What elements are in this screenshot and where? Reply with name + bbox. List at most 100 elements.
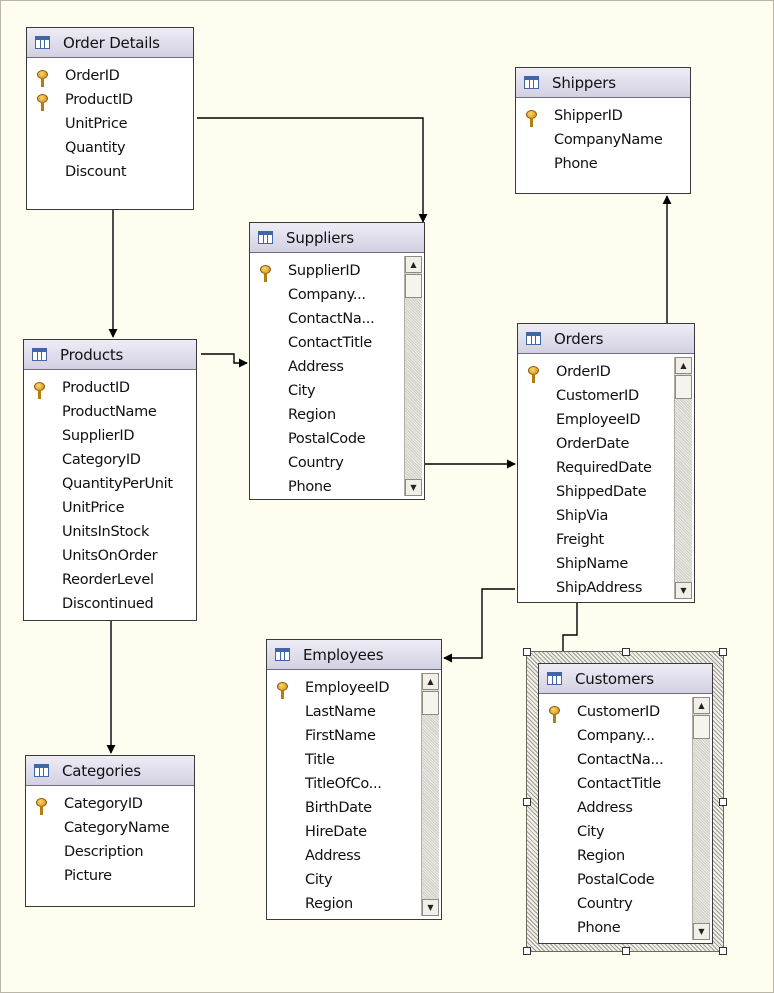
table-header[interactable]: Categories xyxy=(26,756,194,786)
column-row[interactable]: CategoryName xyxy=(64,820,170,836)
resize-handle-e[interactable] xyxy=(719,798,727,806)
column-row[interactable]: ShipAddress xyxy=(556,580,642,596)
table-products[interactable]: Products ProductID ProductName SupplierID Ca… xyxy=(23,339,197,621)
column-row[interactable]: Region xyxy=(305,896,353,912)
column-row[interactable]: ReorderLevel xyxy=(62,572,154,588)
column-row[interactable]: QuantityPerUnit xyxy=(62,476,173,492)
column-row[interactable]: RequiredDate xyxy=(556,460,652,476)
column-row[interactable]: City xyxy=(288,383,316,399)
table-header[interactable]: Suppliers xyxy=(250,223,424,253)
column-row[interactable]: ShipVia xyxy=(556,508,608,524)
column-row[interactable]: PostalCode xyxy=(577,872,655,888)
column-row[interactable]: EmployeeID xyxy=(556,412,641,428)
vertical-scrollbar[interactable]: ▲ ▼ xyxy=(404,256,422,496)
column-row[interactable]: City xyxy=(577,824,605,840)
diagram-canvas[interactable]: Order Details OrderID ProductID UnitPrice Qu… xyxy=(0,0,774,993)
column-row[interactable]: Region xyxy=(577,848,625,864)
table-header[interactable]: Orders xyxy=(518,324,694,354)
scroll-thumb[interactable] xyxy=(675,375,692,399)
scroll-up-arrow-icon[interactable]: ▲ xyxy=(693,697,710,714)
table-header[interactable]: Order Details xyxy=(27,28,193,58)
column-row[interactable]: ShipperID xyxy=(554,108,623,124)
vertical-scrollbar[interactable]: ▲ ▼ xyxy=(674,357,692,599)
resize-handle-nw[interactable] xyxy=(523,648,531,656)
column-row[interactable]: ContactNa... xyxy=(577,752,664,768)
table-categories[interactable]: Categories CategoryID CategoryName Descript… xyxy=(25,755,195,907)
column-row[interactable]: ContactTitle xyxy=(288,335,372,351)
scroll-down-arrow-icon[interactable]: ▼ xyxy=(422,899,439,916)
column-row[interactable]: ContactTitle xyxy=(577,776,661,792)
column-row[interactable]: ProductID xyxy=(62,380,130,396)
resize-handle-n[interactable] xyxy=(622,648,630,656)
column-row[interactable]: ShippedDate xyxy=(556,484,647,500)
table-shippers[interactable]: Shippers ShipperID CompanyName Phone xyxy=(515,67,691,194)
column-row[interactable]: Freight xyxy=(556,532,604,548)
column-row[interactable]: FirstName xyxy=(305,728,376,744)
column-row[interactable]: TitleOfCo... xyxy=(305,776,382,792)
scroll-thumb[interactable] xyxy=(405,274,422,298)
scroll-thumb[interactable] xyxy=(693,715,710,739)
table-header[interactable]: Customers xyxy=(539,664,712,694)
relationship-order-details-to-suppliers[interactable] xyxy=(197,117,428,223)
table-order-details[interactable]: Order Details OrderID ProductID UnitPrice Qu… xyxy=(26,27,194,210)
column-row[interactable]: Phone xyxy=(288,479,332,495)
scroll-up-arrow-icon[interactable]: ▲ xyxy=(405,256,422,273)
column-row[interactable]: UnitsInStock xyxy=(62,524,149,540)
resize-handle-se[interactable] xyxy=(719,947,727,955)
column-row[interactable]: Picture xyxy=(64,868,112,884)
column-row[interactable]: Company... xyxy=(288,287,366,303)
column-row[interactable]: CompanyName xyxy=(554,132,663,148)
column-row[interactable]: OrderDate xyxy=(556,436,629,452)
vertical-scrollbar[interactable]: ▲ ▼ xyxy=(692,697,710,940)
column-row[interactable]: SupplierID xyxy=(288,263,360,279)
column-row[interactable]: LastName xyxy=(305,704,376,720)
table-header[interactable]: Shippers xyxy=(516,68,690,98)
resize-handle-s[interactable] xyxy=(622,947,630,955)
scroll-thumb[interactable] xyxy=(422,691,439,715)
column-row[interactable]: PostalCode xyxy=(288,431,366,447)
column-row[interactable]: ShipName xyxy=(556,556,628,572)
column-row[interactable]: HireDate xyxy=(305,824,367,840)
column-row[interactable]: EmployeeID xyxy=(305,680,390,696)
column-row[interactable]: Address xyxy=(577,800,633,816)
column-row[interactable]: Quantity xyxy=(65,140,126,156)
column-row[interactable]: ContactNa... xyxy=(288,311,375,327)
column-row[interactable]: City xyxy=(305,872,333,888)
column-row[interactable]: Country xyxy=(288,455,344,471)
table-employees[interactable]: Employees EmployeeID LastName FirstName Titl… xyxy=(266,639,442,920)
column-row[interactable]: Company... xyxy=(577,728,655,744)
column-row[interactable]: ProductName xyxy=(62,404,157,420)
column-row[interactable]: Country xyxy=(577,896,633,912)
column-row[interactable]: UnitsOnOrder xyxy=(62,548,158,564)
scroll-down-arrow-icon[interactable]: ▼ xyxy=(693,923,710,940)
column-row[interactable]: Description xyxy=(64,844,144,860)
resize-handle-w[interactable] xyxy=(523,798,531,806)
scroll-down-arrow-icon[interactable]: ▼ xyxy=(405,479,422,496)
column-row[interactable]: CustomerID xyxy=(556,388,639,404)
table-suppliers[interactable]: Suppliers SupplierID Company... ContactNa..… xyxy=(249,222,425,500)
column-row[interactable]: CustomerID xyxy=(577,704,660,720)
scroll-up-arrow-icon[interactable]: ▲ xyxy=(675,357,692,374)
scroll-down-arrow-icon[interactable]: ▼ xyxy=(675,582,692,599)
column-row[interactable]: ProductID xyxy=(65,92,133,108)
column-row[interactable]: Discontinued xyxy=(62,596,154,612)
column-row[interactable]: Title xyxy=(305,752,335,768)
column-row[interactable]: CategoryID xyxy=(62,452,141,468)
column-row[interactable]: Phone xyxy=(554,156,598,172)
vertical-scrollbar[interactable]: ▲ ▼ xyxy=(421,673,439,916)
column-row[interactable]: Region xyxy=(288,407,336,423)
table-header[interactable]: Employees xyxy=(267,640,441,670)
relationship-products-to-suppliers[interactable] xyxy=(201,353,248,368)
column-row[interactable]: UnitPrice xyxy=(65,116,128,132)
column-row[interactable]: CategoryID xyxy=(64,796,143,812)
column-row[interactable]: SupplierID xyxy=(62,428,134,444)
column-row[interactable]: Discount xyxy=(65,164,127,180)
column-row[interactable]: OrderID xyxy=(556,364,611,380)
relationship-orders-to-employees[interactable] xyxy=(443,588,515,663)
table-customers[interactable]: Customers CustomerID Company... ContactNa..… xyxy=(538,663,713,944)
column-row[interactable]: UnitPrice xyxy=(62,500,125,516)
column-row[interactable]: Phone xyxy=(577,920,621,936)
column-row[interactable]: OrderID xyxy=(65,68,120,84)
column-row[interactable]: Address xyxy=(305,848,361,864)
resize-handle-sw[interactable] xyxy=(523,947,531,955)
